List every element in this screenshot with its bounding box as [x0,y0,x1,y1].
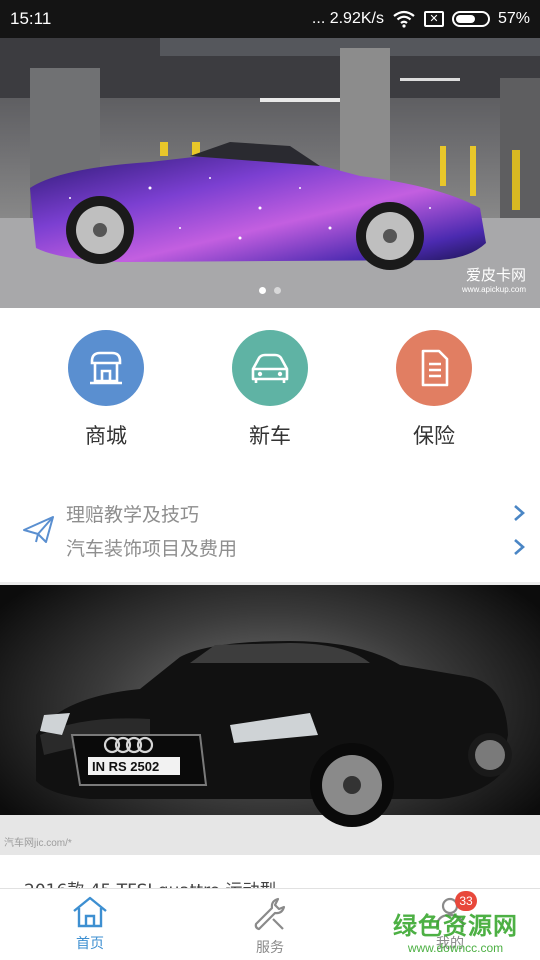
category-insurance[interactable]: 保险 [379,308,489,478]
battery-icon [451,11,490,27]
tip-item-text: 汽车装饰项目及费用 [66,537,238,560]
category-new-car[interactable]: 新车 [215,308,325,478]
tab-service-label: 服务 [256,940,284,956]
svg-text:IN RS 2502: IN RS 2502 [92,759,159,774]
banner-car-image [0,38,540,308]
tips-section: 理赔教学及技巧 汽车装饰项目及费用 [0,490,540,574]
network-speed: ... 2.92K/s [311,10,384,27]
banner-watermark-cn: 爱皮卡网 [465,266,526,284]
status-bar: 15:11 ... 2.92K/s ✕ 57% [0,0,540,38]
status-time: 15:11 [10,9,52,28]
category-new-car-label: 新车 [249,424,291,448]
tab-home[interactable]: 首页 [0,889,180,960]
category-shop-label: 商城 [85,424,127,448]
featured-car-card[interactable]: IN RS 2502 汽车网jic.com/* [0,585,540,855]
banner-carousel[interactable]: 爱皮卡网 www.apickup.com [0,38,540,308]
category-insurance-label: 保险 [413,424,455,448]
no-sim-icon: ✕ [423,11,444,27]
app-home-screen: 15:11 ... 2.92K/s ✕ 57% 爱皮卡网 www.apickup… [0,0,540,960]
tip-item-decoration[interactable]: 汽车装饰项目及费用 [66,532,526,562]
shop-icon [68,330,144,406]
featured-car-image: IN RS 2502 [0,641,540,855]
site-watermark-en: www.downcc.com [407,941,504,955]
category-shop[interactable]: 商城 [51,308,161,478]
tab-home-label: 首页 [76,936,104,952]
tab-service[interactable]: 服务 [180,889,360,960]
carousel-dot-1[interactable] [259,287,266,294]
status-right: ... 2.92K/s ✕ 57% [312,10,530,28]
site-watermark-cn: 绿色资源网 [393,912,518,940]
document-icon [396,330,472,406]
car-icon [232,330,308,406]
chevron-right-icon [514,505,525,521]
wrench-icon [254,897,286,931]
tip-item-text: 理赔教学及技巧 [66,503,200,526]
home-icon [73,896,107,928]
site-watermark: 绿色资源网 www.downcc.com [393,906,518,955]
category-row: 商城 新车 保险 [0,308,540,478]
carousel-indicator [0,287,540,294]
carousel-dot-2[interactable] [274,287,281,294]
tip-item-claims[interactable]: 理赔教学及技巧 [66,498,526,528]
battery-percent: 57% [497,10,530,27]
chevron-right-icon [514,539,525,555]
wifi-icon [393,10,415,28]
image-credit: 汽车网jic.com/* [4,838,72,849]
paper-plane-icon [23,516,54,543]
